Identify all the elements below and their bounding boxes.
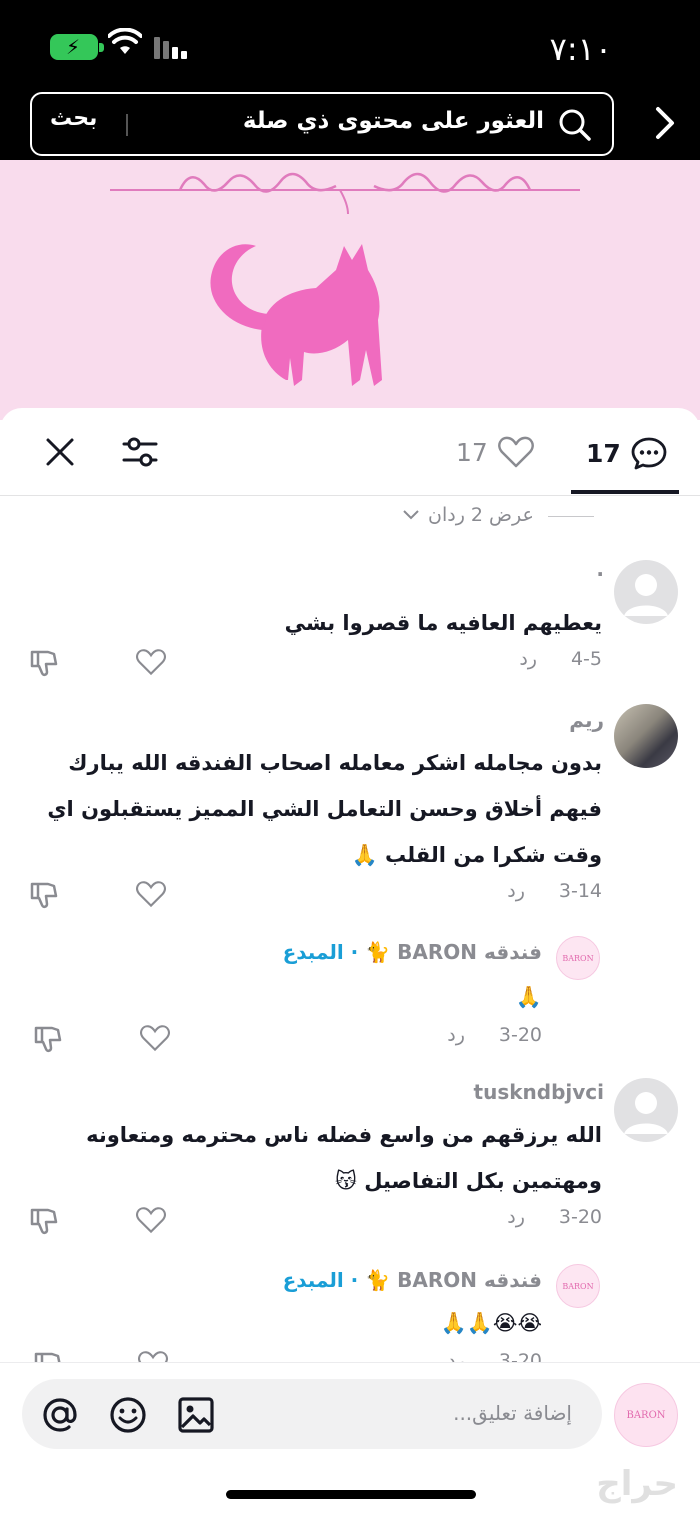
sheet-header: 17 17 [0, 408, 700, 496]
view-replies-label: عرض 2 ردان [428, 504, 534, 526]
comment-input[interactable]: إضافة تعليق... [22, 1379, 602, 1449]
brand-logo-text: BARON [562, 953, 594, 963]
comment-date: 3-20 [558, 1206, 602, 1228]
signal-icon [154, 37, 187, 59]
creator-badge: · المبدع [282, 1268, 359, 1292]
active-tab-indicator [571, 490, 679, 494]
comment-username[interactable]: tuskndbjvci [474, 1080, 604, 1104]
emoji-icon[interactable] [108, 1395, 148, 1435]
reply-button[interactable]: رد [507, 880, 525, 902]
image-icon[interactable] [176, 1395, 216, 1435]
comments-count: 17 [586, 438, 621, 468]
battery-icon: ⚡ [50, 34, 104, 60]
avatar[interactable]: BARON [556, 1264, 600, 1308]
brand-logo-text: BARON [626, 1410, 666, 1421]
video-preview[interactable] [0, 160, 700, 420]
close-icon[interactable] [44, 436, 76, 468]
comment-text: يعطيهم العافيه ما قصروا بشي [284, 611, 602, 635]
reply-button[interactable]: رد [447, 1024, 465, 1046]
search-button[interactable]: بحث [50, 106, 97, 131]
thumbs-down-icon[interactable] [28, 880, 58, 910]
my-avatar[interactable]: BARON [614, 1383, 678, 1447]
avatar[interactable] [614, 1078, 678, 1142]
heart-icon[interactable] [136, 1206, 166, 1234]
tab-likes[interactable]: 17 [456, 436, 534, 468]
home-indicator[interactable] [226, 1490, 476, 1499]
default-avatar-icon [624, 574, 668, 616]
reply-username[interactable]: فندقه BARON 🐈 · المبدع [283, 940, 542, 964]
reply-text: 🙏 [515, 985, 542, 1009]
avatar[interactable] [614, 704, 678, 768]
search-placeholder: العثور على محتوى ذي صلة [242, 108, 544, 134]
search-icon [559, 109, 591, 141]
search-input[interactable]: بحث العثور على محتوى ذي صلة [30, 92, 614, 156]
comment-meta: 3-20 رد [507, 1206, 602, 1228]
comment-input-placeholder: إضافة تعليق... [453, 1401, 572, 1425]
comment-bubble-icon [631, 437, 667, 470]
status-time: ٧:١٠ [549, 30, 612, 68]
replies-divider [547, 516, 594, 517]
search-area: بحث العثور على محتوى ذي صلة [0, 90, 700, 160]
heart-icon[interactable] [136, 880, 166, 908]
watermark: حراج [596, 1464, 678, 1504]
creator-badge: · المبدع [282, 940, 359, 964]
comments-sheet: 17 17 عرض 2 ردان · يعطيهم العافيه ما قصر… [0, 408, 700, 1514]
cat-logo-icon [210, 244, 382, 386]
search-divider [126, 114, 128, 136]
wifi-icon [108, 28, 142, 54]
reply-username[interactable]: فندقه BARON 🐈 · المبدع [283, 1268, 542, 1292]
reply-button[interactable]: رد [507, 1206, 525, 1228]
heart-icon[interactable] [140, 1024, 170, 1052]
reply-meta: 3-20 رد [447, 1024, 542, 1046]
thumbs-down-icon[interactable] [32, 1024, 62, 1054]
comment-username[interactable]: · [596, 562, 604, 586]
brand-logo-text: BARON [562, 1281, 594, 1291]
default-avatar-icon [624, 1092, 668, 1134]
reply-date: 3-20 [498, 1024, 542, 1046]
heart-icon[interactable] [136, 648, 166, 676]
ornament-flourish [110, 172, 580, 215]
status-bar: ⚡ ٧:١٠ [0, 0, 700, 90]
comment-text: بدون مجامله اشكر معامله اصحاب الفندقه ال… [47, 751, 602, 867]
reply-text: 😭😭🙏🙏 [440, 1311, 542, 1335]
thumbs-down-icon[interactable] [28, 648, 58, 678]
likes-count: 17 [456, 437, 488, 467]
avatar[interactable]: BARON [556, 936, 600, 980]
comment-date: 3-14 [558, 880, 602, 902]
avatar[interactable] [614, 560, 678, 624]
tab-comments[interactable]: 17 [586, 436, 667, 470]
comment-username[interactable]: ريم [569, 708, 604, 732]
mention-icon[interactable] [40, 1395, 80, 1435]
heart-icon [497, 436, 534, 468]
comment-date: 4-5 [570, 648, 602, 670]
comment-meta: 3-14 رد [507, 880, 602, 902]
comment-text: الله يرزقهم من واسع فضله ناس محترمه ومتع… [86, 1123, 602, 1193]
reply-button[interactable]: رد [519, 648, 537, 670]
chevron-right-icon[interactable] [654, 106, 676, 140]
view-replies-button[interactable]: عرض 2 ردان [402, 504, 594, 526]
chevron-down-icon [403, 510, 419, 520]
thumbs-down-icon[interactable] [28, 1206, 58, 1236]
comment-meta: 4-5 رد [519, 648, 602, 670]
filter-sliders-icon[interactable] [122, 434, 158, 470]
